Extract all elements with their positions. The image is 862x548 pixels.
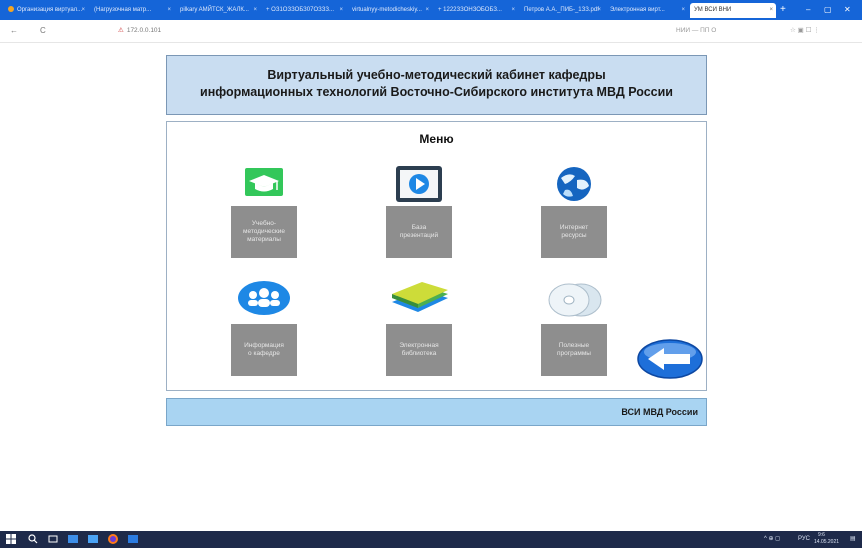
globe-icon [557,167,591,201]
store-icon[interactable] [128,534,138,544]
back-arrow-icon[interactable] [636,338,704,380]
menu-item-useful-programs[interactable]: Полезные программы [541,280,607,376]
browser-tab[interactable]: virtualnyy-metodicheskiy... × [348,3,432,18]
back-nav-icon[interactable]: ← [10,25,18,37]
site-header: Виртуальный учебно-методический кабинет … [166,55,707,115]
tab-close-icon[interactable]: × [339,3,343,18]
menu-button-department-info[interactable]: Информация о кафедре [231,324,297,376]
task-view-icon[interactable] [48,534,58,544]
tab-close-icon[interactable]: × [681,3,685,18]
explorer-icon[interactable] [68,534,78,544]
browser-tab[interactable]: pilkary AMЙТСК_ЖАЛК... × [176,3,260,18]
graduation-cap-icon [245,168,283,196]
reload-icon[interactable]: C [40,25,46,37]
people-icon [238,281,290,315]
tab-close-icon[interactable]: × [253,3,257,18]
site-footer: ВСИ МВД России [166,398,707,426]
browser-tab-bar: Организация виртуал... × (Нагрузочная мат… [0,0,862,20]
browser-tab[interactable]: Организация виртуал... × [4,3,88,18]
browser-tab[interactable]: + ОЗ1ОЗЗОБЗ07ОЗЗЗ... × [262,3,346,18]
mail-icon[interactable] [88,534,98,544]
browser-tab[interactable]: (Нагрузочная матр... × [90,3,174,18]
windows-start-icon[interactable] [6,534,16,544]
menu-item-e-library[interactable]: Электронная библиотека [386,280,452,376]
tab-close-icon[interactable]: × [81,3,85,18]
firefox-icon[interactable] [108,534,118,544]
menu-title: Меню [419,132,454,146]
tray-language[interactable]: РУС [798,534,810,545]
tab-close-icon[interactable]: × [511,3,515,18]
menu-item-study-materials[interactable]: Учебно- методические материалы [231,166,297,260]
books-icon [392,282,448,312]
close-window-button[interactable]: ✕ [844,3,851,17]
notifications-icon[interactable]: ▤ [850,534,856,545]
discs-icon [548,283,602,317]
url-field[interactable]: ⚠ 172.0.0.101 [118,26,161,36]
menu-button-presentations[interactable]: База презентаций [386,206,452,258]
menu-button-study-materials[interactable]: Учебно- методические материалы [231,206,297,258]
search-icon[interactable] [28,534,38,544]
header-title-line1: Виртуальный учебно-методический кабинет … [267,68,606,82]
address-bar: ← C ⚠ 172.0.0.101 НИИ — ПП О ☆ ▣ ☐ ⋮ [0,20,862,43]
security-warning-icon: ⚠ [118,27,124,34]
footer-text: ВСИ МВД России [621,407,698,417]
browser-tab[interactable]: + 1222ЗЗОНЗОБОБЗ... × [434,3,518,18]
tab-close-icon[interactable]: × [597,3,601,18]
minimize-button[interactable]: – [806,3,810,17]
browser-tab-active[interactable]: УМ ВСИ ВНИ × [690,3,776,18]
tab-favicon-icon [8,6,14,13]
menu-item-presentations[interactable]: База презентаций [386,166,452,260]
tray-date[interactable]: 14.05.2021 [814,538,839,546]
extensions-icon[interactable]: ☆ ▣ ☐ ⋮ [790,26,820,36]
browser-tab[interactable]: Петров А.А._ПИБ-_1ЗЗ.pdf × [520,3,604,18]
video-play-icon [396,166,442,202]
tray-icons[interactable]: ^ ⊕ ◻ [764,534,780,545]
menu-item-department-info[interactable]: Информация о кафедре [231,280,297,376]
tab-close-icon[interactable]: × [167,3,171,18]
menu-button-useful-programs[interactable]: Полезные программы [541,324,607,376]
taskbar: ^ ⊕ ◻ РУС 9:6 14.05.2021 ▤ [0,531,862,548]
menu-button-e-library[interactable]: Электронная библиотека [386,324,452,376]
maximize-button[interactable]: ▢ [824,3,832,17]
tab-close-icon[interactable]: × [769,3,773,18]
header-title-line2: информационных технологий Восточно-Сибир… [200,85,673,99]
menu-item-internet-resources[interactable]: Интернет ресурсы [541,166,607,260]
new-tab-button[interactable]: + [780,3,786,17]
tab-close-icon[interactable]: × [425,3,429,18]
menu-button-internet-resources[interactable]: Интернет ресурсы [541,206,607,258]
browser-tab[interactable]: Электронная вирт... × [606,3,688,18]
address-bar-right-text: НИИ — ПП О [676,27,717,34]
